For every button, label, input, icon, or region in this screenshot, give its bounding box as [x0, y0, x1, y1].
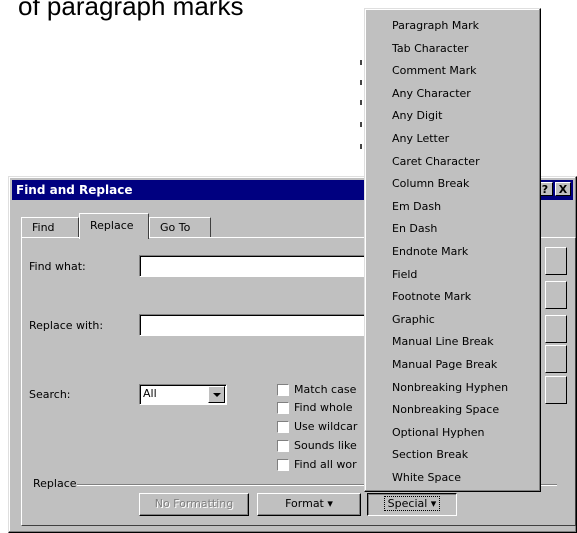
tab-find[interactable]: Find: [21, 217, 79, 238]
find-what-input[interactable]: [139, 255, 379, 277]
menu-item-white-space[interactable]: White Space: [365, 467, 540, 490]
close-button[interactable]: X: [555, 182, 571, 196]
checkbox-label: Sounds like: [294, 439, 357, 452]
menu-item-caret-character[interactable]: Caret Character: [365, 151, 540, 174]
menu-item-column-break[interactable]: Column Break: [365, 173, 540, 196]
menu-item-nonbreaking-space[interactable]: Nonbreaking Space: [365, 399, 540, 422]
menu-item-any-letter[interactable]: Any Letter: [365, 128, 540, 151]
cancel-button[interactable]: [545, 281, 567, 309]
menu-item-em-dash[interactable]: Em Dash: [365, 196, 540, 219]
chevron-down-icon[interactable]: [208, 386, 225, 403]
find-what-label: Find what:: [29, 260, 86, 273]
menu-item-graphic[interactable]: Graphic: [365, 309, 540, 332]
replace-with-label: Replace with:: [29, 319, 104, 332]
checkbox-label: Find all wor: [294, 458, 357, 471]
find-next-button[interactable]: [545, 247, 567, 275]
tab-go-to[interactable]: Go To: [149, 217, 211, 238]
checkbox-box[interactable]: [277, 421, 289, 433]
menu-item-field[interactable]: Field: [365, 264, 540, 287]
tab-replace[interactable]: Replace: [79, 213, 149, 239]
checkbox-box[interactable]: [277, 402, 289, 414]
special-button[interactable]: Special ▾: [367, 493, 457, 516]
dialog-title: Find and Replace: [16, 183, 133, 197]
search-label: Search:: [29, 388, 71, 401]
menu-item-any-character[interactable]: Any Character: [365, 83, 540, 106]
menu-item-footnote-mark[interactable]: Footnote Mark: [365, 286, 540, 309]
special-button-label: Special ▾: [383, 496, 441, 511]
menu-item-endnote-mark[interactable]: Endnote Mark: [365, 241, 540, 264]
replace-with-input[interactable]: [139, 314, 379, 336]
checkbox-label: Find whole: [294, 401, 353, 414]
no-formatting-button[interactable]: No Formatting: [139, 493, 249, 516]
menu-item-comment-mark[interactable]: Comment Mark: [365, 60, 540, 83]
special-menu: Paragraph Mark Tab Character Comment Mar…: [364, 8, 541, 492]
less-button[interactable]: [545, 376, 567, 404]
search-direction-value: All: [143, 387, 157, 400]
menu-item-any-digit[interactable]: Any Digit: [365, 105, 540, 128]
menu-item-optional-hyphen[interactable]: Optional Hyphen: [365, 422, 540, 445]
menu-item-nonbreaking-hyphen[interactable]: Nonbreaking Hyphen: [365, 377, 540, 400]
checkbox-label: Match case: [294, 383, 357, 396]
replace-all-button[interactable]: [545, 345, 567, 373]
replace-group-label: Replace: [33, 477, 77, 490]
checkbox-label: Use wildcar: [294, 420, 358, 433]
menu-item-en-dash[interactable]: En Dash: [365, 218, 540, 241]
menu-item-paragraph-mark[interactable]: Paragraph Mark: [365, 15, 540, 38]
format-button[interactable]: Format ▾: [257, 493, 361, 516]
menu-item-section-break[interactable]: Section Break: [365, 444, 540, 467]
menu-item-tab-character[interactable]: Tab Character: [365, 38, 540, 61]
checkbox-box[interactable]: [277, 459, 289, 471]
replace-button[interactable]: [545, 315, 567, 343]
checkbox-box[interactable]: [277, 384, 289, 396]
menu-item-manual-line-break[interactable]: Manual Line Break: [365, 331, 540, 354]
search-direction-select[interactable]: All: [139, 384, 227, 405]
checkbox-box[interactable]: [277, 440, 289, 452]
menu-item-manual-page-break[interactable]: Manual Page Break: [365, 354, 540, 377]
